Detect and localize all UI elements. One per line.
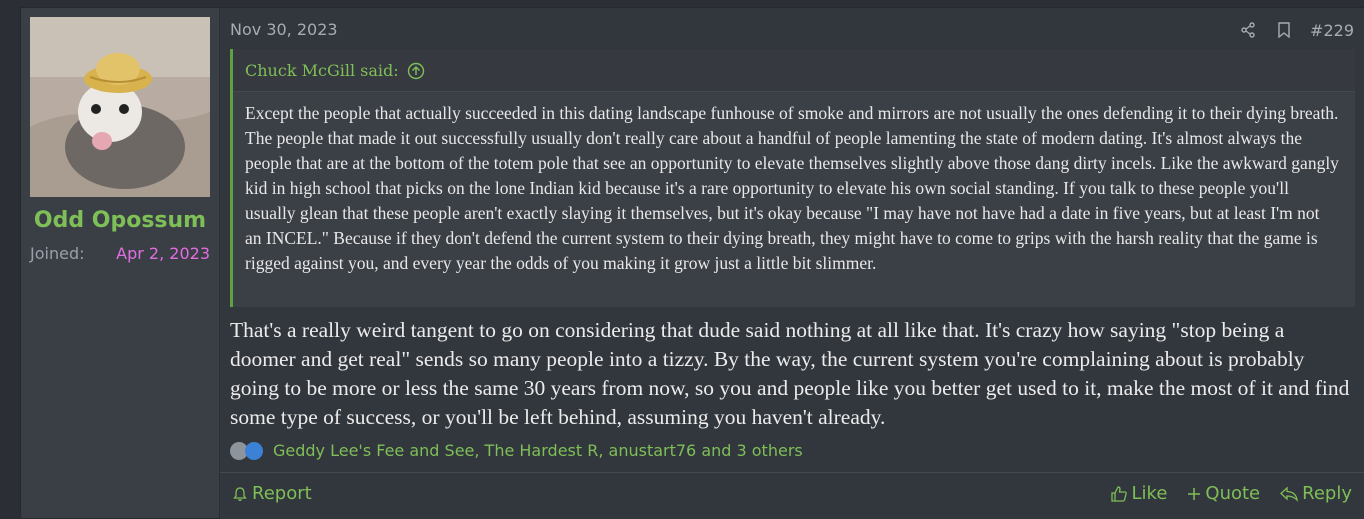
- post-container: Odd Opossum Joined: Apr 2, 2023 Nov 30, …: [20, 7, 1364, 519]
- bell-icon: [233, 486, 247, 501]
- avatar[interactable]: [30, 17, 210, 197]
- opossum-avatar-icon: [30, 17, 210, 197]
- post-main: Nov 30, 2023 #229 Chuck McGill said: Exc…: [220, 8, 1364, 519]
- like-button[interactable]: Like: [1110, 483, 1168, 504]
- arrow-up-circle-icon: [407, 62, 424, 79]
- user-sidebar: Odd Opossum Joined: Apr 2, 2023: [21, 8, 220, 518]
- plus-icon: [1188, 487, 1201, 500]
- bookmark-icon[interactable]: [1274, 20, 1294, 40]
- quote-button[interactable]: Quote: [1187, 483, 1260, 504]
- reply-icon: [1280, 486, 1299, 502]
- quote-label: Quote: [1205, 483, 1261, 504]
- quote-text: Except the people that actually succeede…: [245, 103, 1339, 273]
- like-label: Like: [1131, 483, 1168, 504]
- post-footer: Report Like Quote Reply: [220, 472, 1364, 519]
- police-reaction-icon: [245, 441, 263, 460]
- joined-date: Apr 2, 2023: [116, 244, 210, 263]
- quote-header: Chuck McGill said:: [233, 49, 1355, 92]
- report-label: Report: [252, 483, 312, 504]
- quote-block: Chuck McGill said: Except the people tha…: [230, 49, 1355, 307]
- thumbs-up-icon: [1110, 485, 1127, 502]
- reactions-users[interactable]: Geddy Lee's Fee and See, The Hardest R, …: [273, 441, 803, 460]
- quote-author: Chuck McGill said:: [245, 61, 399, 80]
- username[interactable]: Odd Opossum: [21, 208, 219, 233]
- post-date[interactable]: Nov 30, 2023: [230, 20, 338, 39]
- reply-button[interactable]: Reply: [1280, 483, 1352, 504]
- post-number[interactable]: #229: [1310, 21, 1354, 40]
- footer-actions: Like Quote Reply: [1110, 483, 1352, 504]
- quote-author-link[interactable]: Chuck McGill said:: [245, 61, 425, 80]
- reply-label: Reply: [1302, 483, 1352, 504]
- post-actions: #229: [1238, 20, 1354, 40]
- reaction-icons: [230, 441, 263, 460]
- share-icon[interactable]: [1238, 20, 1258, 40]
- report-button[interactable]: Report: [232, 483, 312, 504]
- post-message: That's a really weird tangent to go on c…: [230, 318, 1350, 429]
- joined-label: Joined:: [30, 244, 85, 263]
- reactions-bar: Geddy Lee's Fee and See, The Hardest R, …: [230, 441, 803, 460]
